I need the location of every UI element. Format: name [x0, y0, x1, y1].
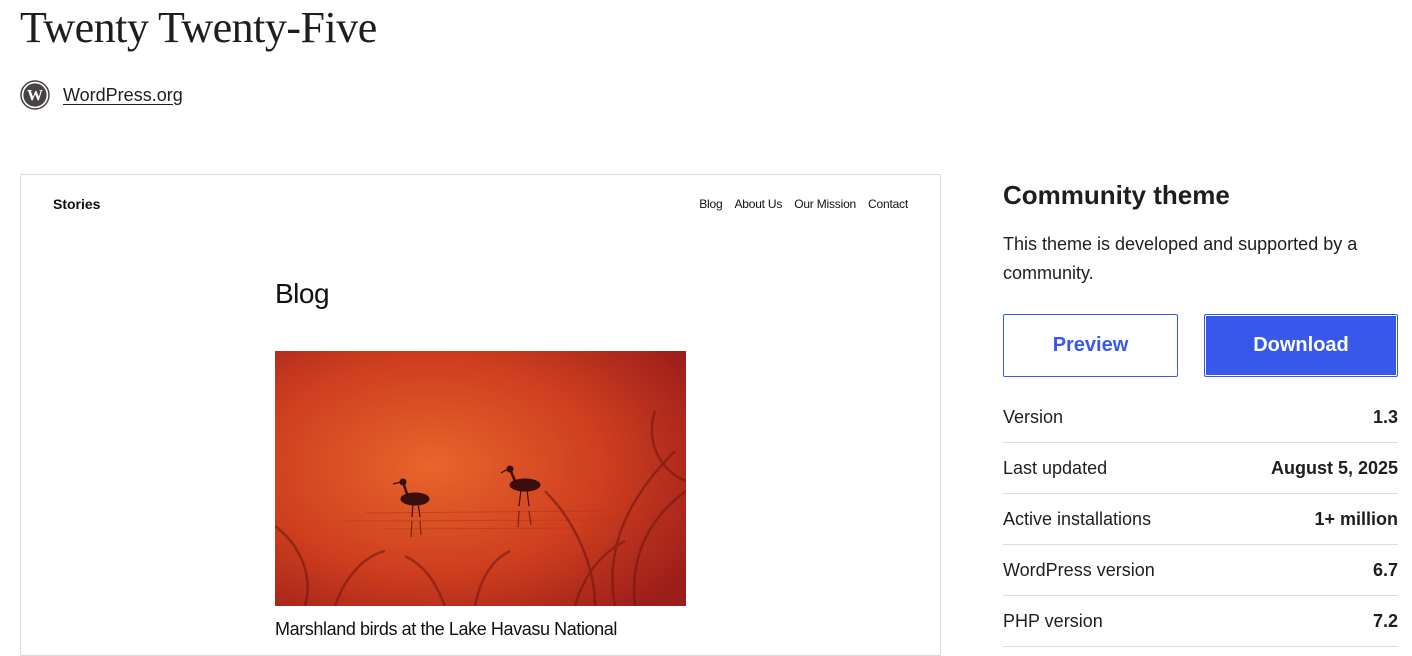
meta-label: WordPress version: [1003, 559, 1155, 580]
preview-site-title: Stories: [53, 196, 101, 212]
preview-nav: Blog About Us Our Mission Contact: [699, 197, 908, 211]
meta-row-active-installations: Active installations 1+ million: [1003, 494, 1398, 545]
preview-post-title: Marshland birds at the Lake Havasu Natio…: [275, 619, 618, 639]
author-link[interactable]: WordPress.org: [63, 85, 183, 106]
preview-nav-item-blog: Blog: [699, 197, 723, 211]
theme-author: W WordPress.org: [20, 80, 183, 110]
meta-row-wordpress-version: WordPress version 6.7: [1003, 545, 1398, 596]
meta-value: 1+ million: [1314, 508, 1398, 529]
meta-value: 7.2: [1372, 610, 1398, 631]
download-button[interactable]: Download: [1204, 314, 1398, 377]
page-title: Twenty Twenty-Five: [20, 3, 377, 52]
meta-label: Version: [1003, 406, 1064, 427]
wordpress-logo-icon: W: [20, 80, 50, 110]
preview-nav-item-about: About Us: [734, 197, 783, 211]
meta-label: PHP version: [1003, 610, 1103, 631]
meta-row-last-updated: Last updated August 5, 2025: [1003, 443, 1398, 494]
preview-nav-item-contact: Contact: [868, 197, 908, 211]
community-theme-description: This theme is developed and supported by…: [1003, 234, 1358, 283]
meta-row-version: Version 1.3: [1003, 392, 1398, 443]
theme-meta-list: Version 1.3 Last updated August 5, 2025 …: [1003, 392, 1398, 647]
preview-nav-item-mission: Our Mission: [794, 197, 857, 211]
preview-blog-heading: Blog: [275, 278, 330, 309]
meta-value: August 5, 2025: [1270, 457, 1398, 478]
community-theme-heading: Community theme: [1003, 180, 1230, 210]
meta-row-php-version: PHP version 7.2: [1003, 596, 1398, 647]
meta-label: Last updated: [1003, 457, 1108, 478]
preview-post-image: [275, 351, 686, 606]
theme-preview-screenshot[interactable]: Stories Blog About Us Our Mission Contac…: [20, 174, 941, 656]
meta-value: 6.7: [1372, 559, 1398, 580]
meta-value: 1.3: [1372, 406, 1398, 427]
action-buttons: Preview Download: [1003, 314, 1398, 377]
meta-label: Active installations: [1003, 508, 1152, 529]
preview-button[interactable]: Preview: [1003, 314, 1178, 377]
svg-text:W: W: [27, 88, 43, 105]
